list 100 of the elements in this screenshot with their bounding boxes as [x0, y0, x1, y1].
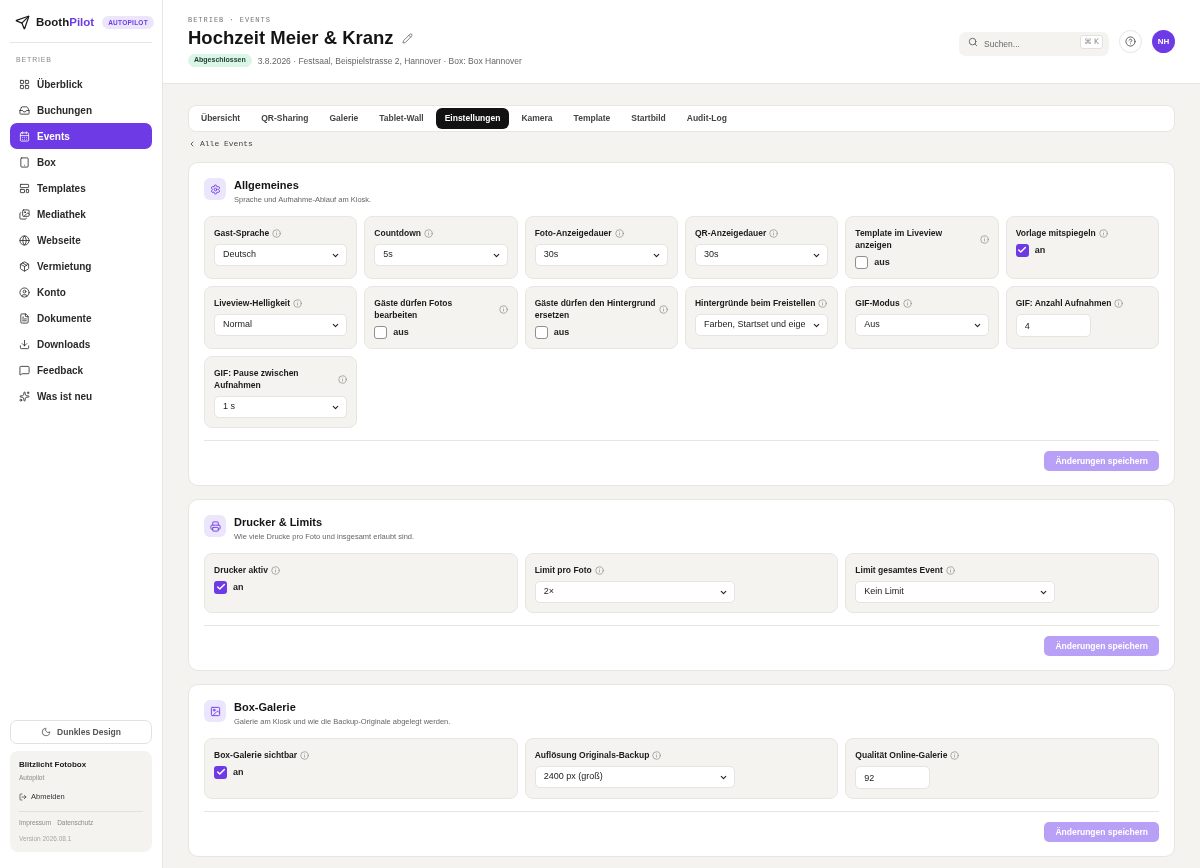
search-icon: [968, 36, 978, 47]
document-icon: [19, 312, 30, 324]
select-field[interactable]: Farben, Startset und eige: [695, 314, 829, 336]
package-icon: [19, 260, 30, 272]
field-label: Gäste dürfen Fotos bearbeiten: [374, 297, 454, 321]
nav-item[interactable]: Downloads: [10, 331, 152, 357]
field-label: Liveview-Helligkeit: [214, 297, 291, 309]
checkbox-label: aus: [393, 326, 409, 339]
inbox-icon: [19, 104, 30, 116]
checkbox[interactable]: [1015, 243, 1029, 257]
account-name: Blitzlicht Fotobox: [19, 760, 88, 770]
checkbox[interactable]: [534, 325, 548, 339]
avatar[interactable]: NH: [1152, 30, 1175, 53]
back-link[interactable]: Alle Events: [188, 138, 253, 150]
info-icon: [652, 750, 662, 760]
nav-item[interactable]: Buchungen: [10, 97, 152, 123]
field-label: Gast-Sprache: [214, 227, 270, 239]
select-field[interactable]: Aus: [855, 314, 989, 336]
info-icon: [424, 228, 434, 238]
nav-item[interactable]: Vermietung: [10, 253, 152, 279]
chevron-left-icon: [188, 140, 196, 148]
checkbox-label: aus: [553, 326, 570, 339]
field-label: GIF: Anzahl Aufnahmen: [1015, 297, 1112, 309]
tab[interactable]: Einstellungen: [435, 108, 510, 129]
brand-name: BoothPilot: [36, 15, 95, 30]
images-icon: [19, 208, 30, 220]
tablet-icon: [19, 156, 30, 168]
field-label: Drucker aktiv: [214, 564, 268, 576]
nav-item[interactable]: Box: [10, 149, 152, 175]
checkbox[interactable]: [214, 580, 227, 594]
grid-icon: [19, 78, 30, 90]
tab[interactable]: Tablet-Wall: [370, 108, 433, 129]
tab[interactable]: Audit-Log: [677, 108, 736, 129]
info-icon: [498, 304, 508, 314]
nav-item[interactable]: Konto: [10, 279, 152, 305]
check-icon: [215, 582, 226, 592]
field-label: Hintergründe beim Freistellen: [695, 297, 816, 309]
info-icon: [594, 565, 604, 575]
field-label: Limit pro Foto: [534, 564, 592, 576]
tab[interactable]: Galerie: [320, 108, 368, 129]
calendar-icon: [19, 130, 30, 142]
nav-item[interactable]: Überblick: [10, 71, 152, 97]
select-field[interactable]: 1 s: [214, 396, 348, 418]
select-field[interactable]: 2400 px (groß): [534, 766, 735, 788]
check-icon: [215, 767, 226, 777]
tab[interactable]: Template: [564, 108, 620, 129]
field-label: GIF-Modus: [855, 297, 900, 309]
info-icon: [338, 374, 348, 384]
select-field[interactable]: 2×: [534, 581, 735, 603]
input-field[interactable]: 92: [855, 766, 931, 789]
field-label: GIF: Pause zwischen Aufnahmen: [214, 367, 300, 391]
checkbox-label: an: [233, 581, 244, 594]
checkbox-label: an: [1034, 244, 1046, 257]
info-icon: [293, 298, 303, 308]
tab[interactable]: Kamera: [512, 108, 562, 129]
info-icon: [979, 234, 989, 244]
select-field[interactable]: 5s: [374, 244, 508, 266]
check-icon: [1017, 245, 1028, 255]
field-label: Qualität Online-Galerie: [855, 749, 948, 761]
nav-item[interactable]: Mediathek: [10, 201, 152, 227]
nav-item[interactable]: Dokumente: [10, 305, 152, 331]
checkbox-label: aus: [874, 256, 890, 269]
select-field[interactable]: Kein Limit: [855, 581, 1056, 603]
info-icon: [945, 565, 955, 575]
page-title: Hochzeit Meier & Kranz: [188, 26, 394, 50]
info-icon: [272, 228, 282, 238]
info-icon: [902, 298, 912, 308]
nav-item[interactable]: Templates: [10, 175, 152, 201]
select-field[interactable]: 30s: [695, 244, 829, 266]
field-label: Foto-Anzeigedauer: [534, 227, 612, 239]
event-meta: 3.8.2026 · Festsaal, Beispielstrasse 2, Hannover · Box: Box Hannover: [257, 54, 522, 67]
printer-icon: [204, 515, 226, 537]
info-icon: [1098, 228, 1108, 238]
field-label: Box-Galerie sichtbar: [214, 749, 298, 761]
info-icon: [614, 228, 624, 238]
nav-item[interactable]: Webseite: [10, 227, 152, 253]
checkbox[interactable]: [374, 325, 388, 339]
theme-toggle-button[interactable]: Dunkles Design: [10, 720, 152, 744]
tab[interactable]: QR-Sharing: [252, 108, 318, 129]
nav-item[interactable]: Feedback: [10, 357, 152, 383]
info-icon: [950, 750, 960, 760]
tab[interactable]: Startbild: [622, 108, 675, 129]
moon-icon: [41, 727, 52, 737]
nav-item[interactable]: Events: [10, 123, 152, 149]
checkbox-label: an: [233, 766, 244, 779]
info-icon: [300, 750, 310, 760]
nav-item[interactable]: Was ist neu: [10, 383, 152, 409]
select-field[interactable]: Deutsch: [214, 244, 348, 266]
help-button[interactable]: [1119, 30, 1142, 53]
tab[interactable]: Übersicht: [192, 108, 250, 129]
select-field[interactable]: Normal: [214, 314, 348, 336]
pencil-icon[interactable]: [401, 32, 413, 44]
section-title: Box-Galerie: [234, 700, 297, 714]
checkbox[interactable]: [855, 255, 869, 269]
select-field[interactable]: 30s: [534, 244, 668, 266]
download-icon: [19, 338, 30, 350]
sparkles-icon: [19, 390, 30, 402]
info-icon: [659, 304, 668, 314]
input-field[interactable]: 4: [1015, 314, 1091, 337]
checkbox[interactable]: [214, 765, 227, 779]
